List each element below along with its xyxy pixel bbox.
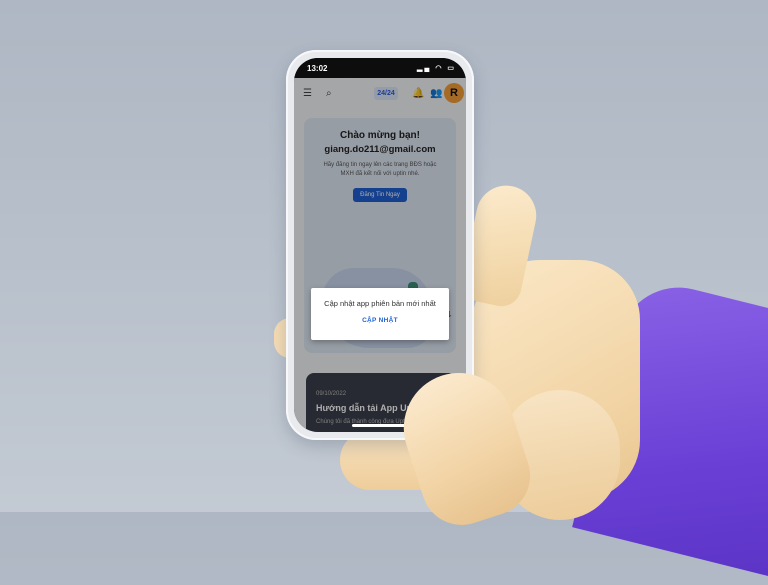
update-button[interactable]: CẬP NHẬT [362, 317, 398, 324]
status-bar: 13:02 ▂▄ ◠ ▭ [294, 58, 466, 78]
update-dialog: Cập nhật app phiên bản mới nhất CẬP NHẬT [311, 288, 449, 340]
signal-wifi-battery-icon: ▂▄ ◠ ▭ [417, 65, 456, 72]
update-message: Cập nhật app phiên bản mới nhất [324, 299, 436, 308]
phone-notch [338, 58, 422, 74]
status-time: 13:02 [307, 64, 328, 73]
home-indicator[interactable] [352, 424, 408, 427]
